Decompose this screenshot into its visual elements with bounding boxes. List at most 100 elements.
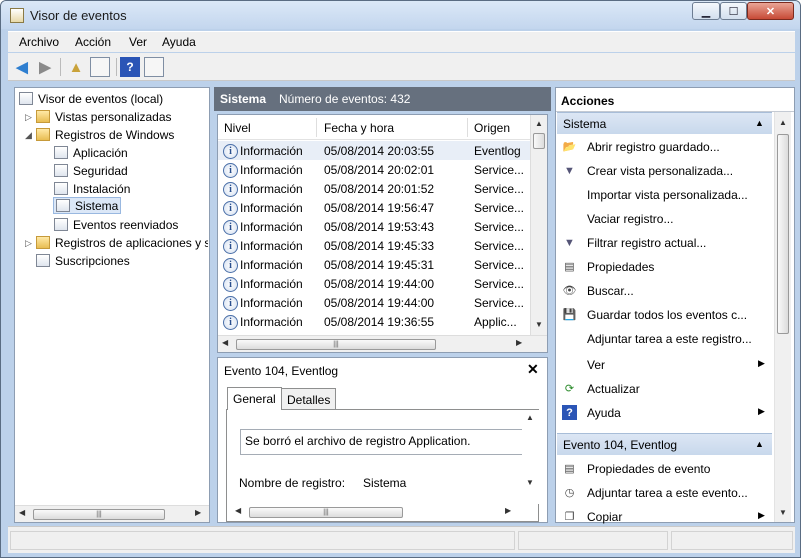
- tree-item-label: Suscripciones: [55, 253, 130, 268]
- column-divider[interactable]: [467, 118, 468, 137]
- action-copiar[interactable]: ❐ Copiar ▶: [556, 506, 772, 528]
- tree-item-app-service-logs[interactable]: Registros de aplicaciones y s: [36, 234, 208, 251]
- action-adjuntar-tarea-a-este-evento[interactable]: ◷ Adjuntar tarea a este evento...: [556, 482, 772, 504]
- menu-archivo[interactable]: Archivo: [19, 35, 59, 49]
- action-buscar[interactable]: 👁 Buscar...: [556, 280, 772, 302]
- help-icon[interactable]: ?: [120, 57, 140, 77]
- action-label: Adjuntar tarea a este evento...: [587, 486, 748, 500]
- maximize-button[interactable]: ☐: [720, 2, 747, 20]
- show-hide-tree-icon[interactable]: [90, 57, 110, 77]
- scroll-up-icon[interactable]: ▲: [526, 413, 534, 422]
- scroll-down-icon[interactable]: ▼: [526, 478, 534, 487]
- action-vaciar-registro[interactable]: Vaciar registro...: [556, 208, 772, 230]
- table-row[interactable]: i Información 05/08/2014 19:45:33 Service..…: [218, 236, 530, 255]
- action-guardar-todos-los-eventos-c[interactable]: 💾 Guardar todos los eventos c...: [556, 304, 772, 326]
- filter-icon: ▼: [564, 164, 575, 177]
- forward-arrow-icon[interactable]: ▶: [35, 57, 55, 77]
- toolbar-separator: [116, 58, 117, 76]
- tab-details[interactable]: Detalles: [281, 388, 337, 409]
- scroll-right-icon[interactable]: ▶: [195, 508, 201, 517]
- event-viewer-icon: [19, 92, 33, 105]
- close-button[interactable]: ✕: [747, 2, 794, 20]
- expand-icon[interactable]: ▷: [25, 238, 32, 249]
- action-adjuntar-tarea-a-este-registro[interactable]: Adjuntar tarea a este registro...: [556, 328, 772, 350]
- action-actualizar[interactable]: ⟳ Actualizar: [556, 378, 772, 400]
- action-ayuda[interactable]: ? Ayuda ▶: [556, 402, 772, 424]
- menu-ver[interactable]: Ver: [129, 35, 147, 49]
- scroll-right-icon[interactable]: ▶: [516, 338, 522, 347]
- scroll-up-icon[interactable]: ▲: [535, 119, 543, 128]
- expand-icon[interactable]: ▷: [25, 112, 32, 123]
- action-label: Vaciar registro...: [587, 212, 674, 226]
- tree-item-custom-views[interactable]: Vistas personalizadas: [36, 108, 172, 125]
- tree-item-event-viewer-local[interactable]: Visor de eventos (local): [19, 90, 163, 107]
- up-folder-icon[interactable]: ▲: [66, 57, 86, 77]
- scrollbar-thumb[interactable]: |||: [33, 509, 165, 520]
- scroll-up-icon[interactable]: ▲: [779, 118, 787, 127]
- section-event[interactable]: Evento 104, Eventlog ▲: [557, 433, 772, 455]
- scroll-down-icon[interactable]: ▼: [779, 508, 787, 517]
- collapse-icon[interactable]: ◢: [25, 130, 32, 141]
- detail-vertical-scrollbar[interactable]: ▲ ▼: [522, 410, 539, 504]
- show-hide-actions-icon[interactable]: [144, 57, 164, 77]
- date-cell: 05/08/2014 19:45:33: [324, 239, 435, 253]
- action-importar-vista-personalizada[interactable]: Importar vista personalizada...: [556, 184, 772, 206]
- scrollbar-thumb[interactable]: [533, 133, 545, 149]
- scroll-right-icon[interactable]: ▶: [505, 506, 511, 515]
- tree-item-label: Aplicación: [73, 145, 128, 160]
- table-row[interactable]: i Información 05/08/2014 20:02:01 Service..…: [218, 160, 530, 179]
- scrollbar-thumb[interactable]: |||: [236, 339, 436, 350]
- event-message-box[interactable]: Se borró el archivo de registro Applicat…: [240, 429, 523, 455]
- menu-accion[interactable]: Acción: [75, 35, 111, 49]
- collapse-icon[interactable]: ▲: [755, 118, 764, 128]
- events-horizontal-scrollbar[interactable]: ◀ ||| ▶: [218, 335, 547, 352]
- tab-general[interactable]: General: [227, 387, 282, 410]
- tree-item-subscriptions[interactable]: Suscripciones: [36, 252, 130, 269]
- tree-item-application[interactable]: Aplicación: [54, 144, 128, 161]
- table-row[interactable]: i Información 05/08/2014 20:01:52 Service..…: [218, 179, 530, 198]
- action-ver[interactable]: Ver ▶: [556, 354, 772, 376]
- log-name-value: Sistema: [363, 476, 407, 490]
- actions-vertical-scrollbar[interactable]: ▲ ▼: [774, 112, 791, 522]
- table-row[interactable]: i Información 05/08/2014 20:03:55 Eventlog: [218, 141, 530, 160]
- table-row[interactable]: i Información 05/08/2014 19:45:31 Service..…: [218, 255, 530, 274]
- action-crear-vista-personalizada[interactable]: ▼ Crear vista personalizada...: [556, 160, 772, 182]
- tree-item-setup[interactable]: Instalación: [54, 180, 130, 197]
- scrollbar-thumb[interactable]: |||: [249, 507, 403, 518]
- level-cell: Información: [240, 296, 303, 310]
- tree-item-windows-logs[interactable]: Registros de Windows: [36, 126, 174, 143]
- action-propiedades-de-evento[interactable]: ▤ Propiedades de evento: [556, 458, 772, 480]
- action-filtrar-registro-actual[interactable]: ▼ Filtrar registro actual...: [556, 232, 772, 254]
- table-row[interactable]: i Información 05/08/2014 19:36:55 Applic...: [218, 312, 530, 331]
- events-vertical-scrollbar[interactable]: ▲ ▼: [530, 115, 547, 336]
- scroll-left-icon[interactable]: ◀: [222, 338, 228, 347]
- column-header-source[interactable]: Origen: [474, 121, 510, 135]
- tree-item-security[interactable]: Seguridad: [54, 162, 128, 179]
- detail-horizontal-scrollbar[interactable]: ◀ ||| ▶: [227, 504, 523, 521]
- status-panel: [10, 531, 515, 550]
- tree-item-system[interactable]: Sistema: [53, 197, 122, 214]
- column-header-date[interactable]: Fecha y hora: [324, 121, 394, 135]
- collapse-icon[interactable]: ▲: [755, 439, 764, 449]
- close-icon[interactable]: ✕: [527, 361, 539, 378]
- action-propiedades[interactable]: ▤ Propiedades: [556, 256, 772, 278]
- scrollbar-thumb[interactable]: [777, 134, 789, 334]
- event-detail-title: Evento 104, Eventlog: [224, 364, 339, 378]
- column-divider[interactable]: [316, 118, 317, 137]
- table-row[interactable]: i Información 05/08/2014 19:56:47 Service..…: [218, 198, 530, 217]
- table-row[interactable]: i Información 05/08/2014 19:44:00 Service..…: [218, 274, 530, 293]
- scroll-left-icon[interactable]: ◀: [19, 508, 25, 517]
- section-sistema[interactable]: Sistema ▲: [557, 112, 772, 134]
- menu-ayuda[interactable]: Ayuda: [162, 35, 196, 49]
- back-arrow-icon[interactable]: ◀: [12, 57, 32, 77]
- action-abrir-registro-guardado[interactable]: 📂 Abrir registro guardado...: [556, 136, 772, 158]
- minimize-button[interactable]: ▁: [692, 2, 720, 20]
- table-row[interactable]: i Información 05/08/2014 19:44:00 Service..…: [218, 293, 530, 312]
- table-row[interactable]: i Información 05/08/2014 19:53:43 Service..…: [218, 217, 530, 236]
- tree-item-forwarded-events[interactable]: Eventos reenviados: [54, 216, 178, 233]
- column-header-level[interactable]: Nivel: [224, 121, 251, 135]
- tree-horizontal-scrollbar[interactable]: ◀ ||| ▶: [15, 505, 209, 522]
- scroll-down-icon[interactable]: ▼: [535, 320, 543, 329]
- scroll-left-icon[interactable]: ◀: [235, 506, 241, 515]
- info-icon: i: [223, 182, 238, 197]
